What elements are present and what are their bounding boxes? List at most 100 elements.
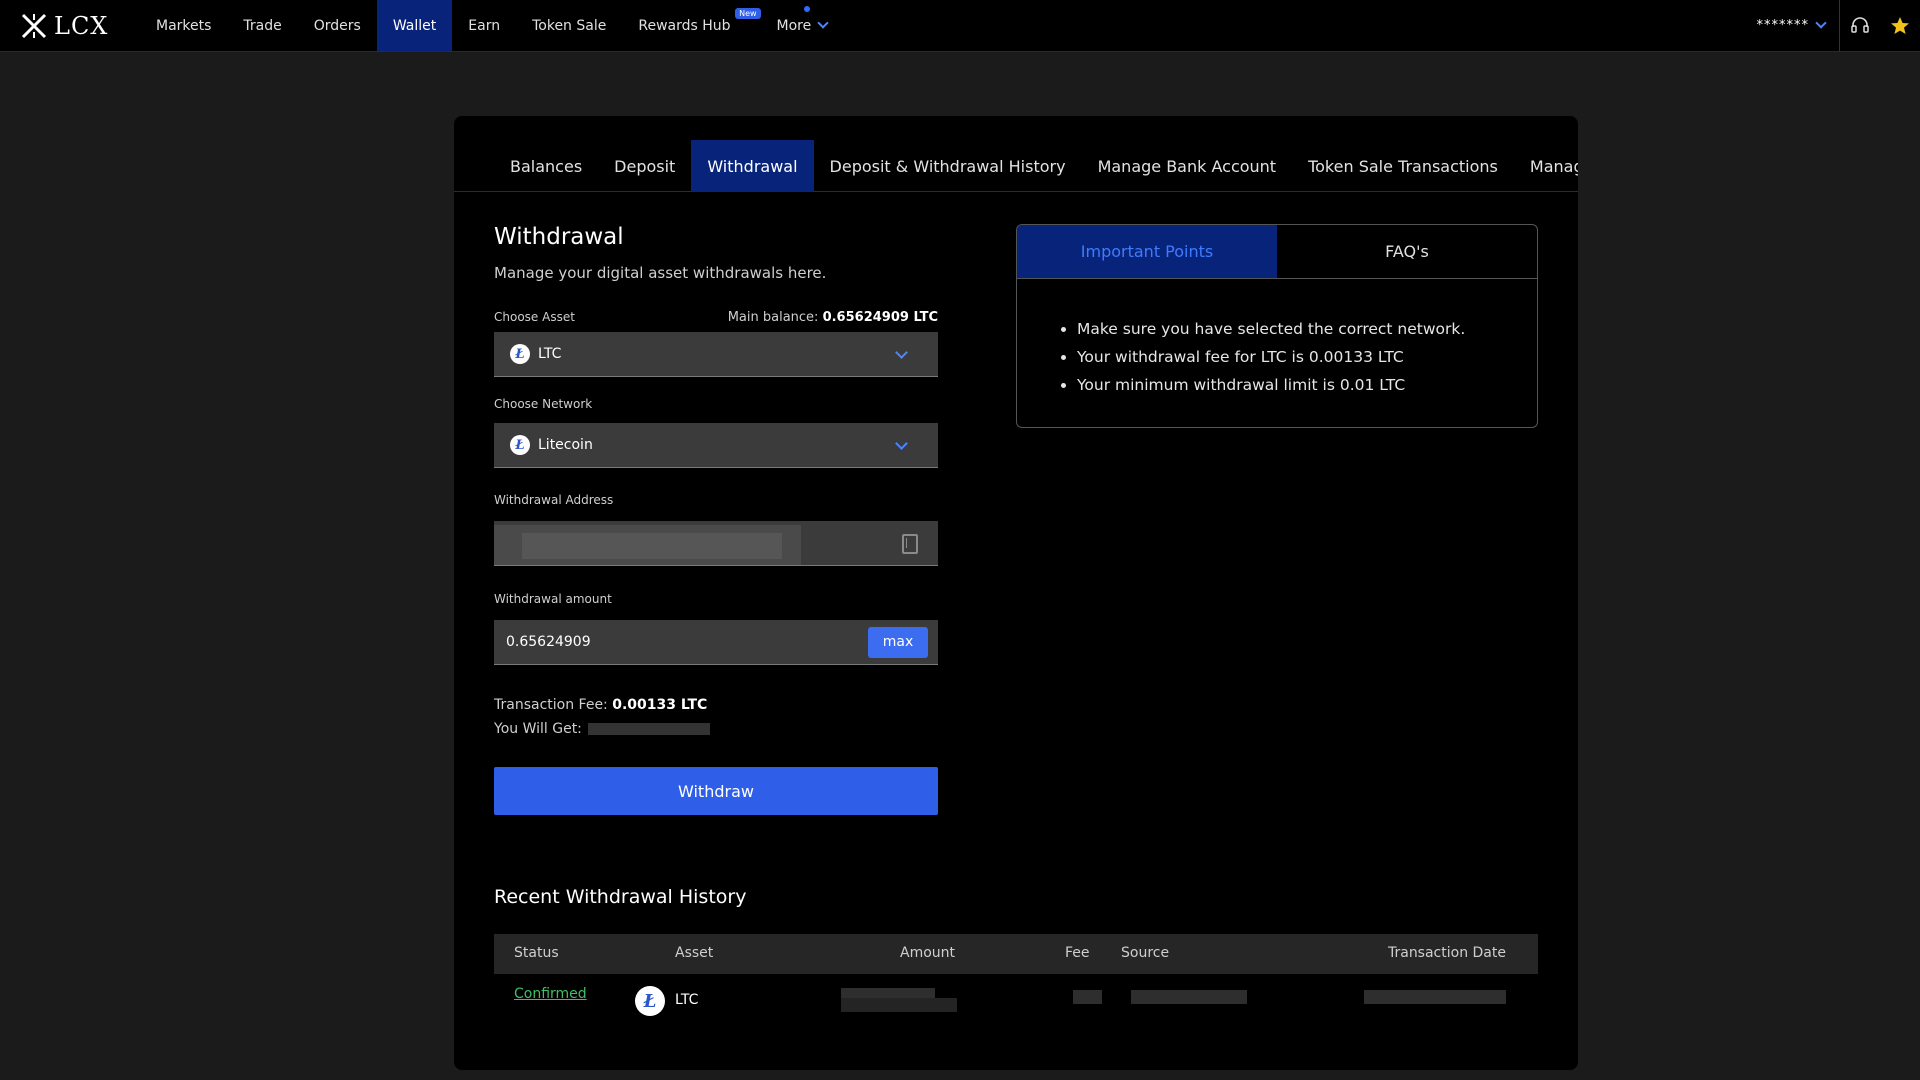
address-book-icon[interactable]	[902, 534, 918, 554]
tab-deposit-withdrawal-history[interactable]: Deposit & Withdrawal History	[814, 140, 1082, 192]
litecoin-icon: Ł	[635, 986, 665, 1016]
top-right-controls: *******	[1757, 0, 1920, 51]
max-button[interactable]: max	[868, 626, 928, 658]
nav-item-earn[interactable]: Earn	[452, 0, 516, 51]
nav-label: Rewards Hub	[638, 17, 731, 34]
fee-label: Transaction Fee:	[494, 697, 608, 713]
nav-label: Earn	[468, 17, 501, 34]
tab-label: Balances	[510, 156, 583, 176]
nav-label: Wallet	[392, 17, 437, 34]
tab-label: Token Sale Transactions	[1308, 156, 1498, 176]
tab-manage-withdrawal[interactable]: Manage Withdra	[1514, 140, 1578, 192]
favorites-button[interactable]	[1880, 0, 1920, 51]
choose-asset-label: Choose Asset	[494, 310, 575, 324]
nav-item-more[interactable]: More	[761, 0, 844, 51]
table-row: Confirmed Ł LTC	[494, 974, 1538, 1032]
col-fee: Fee	[1065, 945, 1090, 961]
redacted-amount	[841, 998, 957, 1012]
nav-item-markets[interactable]: Markets	[140, 0, 227, 51]
nav-item-rewards-hub[interactable]: Rewards Hub New	[622, 0, 761, 51]
tab-label: Deposit & Withdrawal History	[829, 156, 1066, 176]
important-points-list: Make sure you have selected the correct …	[1017, 279, 1537, 399]
nav-label: More	[776, 17, 812, 34]
tab-balances[interactable]: Balances	[494, 140, 598, 192]
support-button[interactable]	[1840, 0, 1880, 51]
status-confirmed-link[interactable]: Confirmed	[514, 986, 587, 1002]
nav-item-wallet[interactable]: Wallet	[376, 0, 453, 51]
tab-label: Deposit	[614, 156, 676, 176]
nav-item-token-sale[interactable]: Token Sale	[516, 0, 622, 51]
withdrawal-address-label: Withdrawal Address	[494, 493, 614, 507]
withdrawal-address-input[interactable]	[494, 521, 938, 566]
chevron-down-icon	[895, 436, 908, 450]
tab-deposit[interactable]: Deposit	[598, 140, 691, 192]
list-item: Your withdrawal fee for LTC is 0.00133 L…	[1077, 343, 1537, 371]
redacted-value	[588, 723, 711, 735]
nav-label: Markets	[156, 17, 212, 34]
info-panel: Important Points FAQ's Make sure you hav…	[1016, 224, 1538, 428]
chevron-down-icon	[895, 345, 908, 359]
you-will-get-label: You Will Get:	[494, 721, 582, 737]
col-amount: Amount	[900, 945, 956, 961]
main-nav: Markets Trade Orders Wallet Earn Token S…	[140, 0, 843, 51]
lcx-logo-icon	[21, 13, 47, 39]
tab-token-sale-transactions[interactable]: Token Sale Transactions	[1292, 140, 1514, 192]
page-title: Withdrawal	[494, 224, 624, 250]
asset-select[interactable]: Ł LTC	[494, 332, 938, 377]
chevron-down-icon	[817, 17, 829, 29]
wallet-tabs: Balances Deposit Withdrawal Deposit & Wi…	[454, 140, 1578, 192]
litecoin-icon: Ł	[510, 344, 530, 364]
user-name-masked: *******	[1756, 18, 1809, 33]
main-balance: Main balance: 0.65624909 LTC	[728, 310, 938, 325]
choose-network-label: Choose Network	[494, 397, 593, 411]
withdrawal-amount-value: 0.65624909	[506, 634, 591, 650]
tab-label: Withdrawal	[707, 156, 798, 176]
redacted-date	[1364, 990, 1506, 1004]
nav-item-trade[interactable]: Trade	[227, 0, 297, 51]
page-subtitle: Manage your digital asset withdrawals he…	[494, 264, 827, 282]
tab-important-points[interactable]: Important Points	[1017, 225, 1277, 278]
tab-label: Manage Withdra	[1529, 156, 1578, 176]
main-balance-value: 0.65624909 LTC	[822, 309, 938, 325]
network-select-value: Litecoin	[538, 437, 593, 453]
nav-label: Orders	[313, 17, 361, 34]
asset-value: LTC	[675, 992, 699, 1008]
withdraw-button[interactable]: Withdraw	[494, 767, 938, 815]
chevron-down-icon	[1815, 17, 1827, 29]
tab-withdrawal[interactable]: Withdrawal	[691, 140, 814, 192]
main-balance-label: Main balance:	[727, 309, 819, 325]
col-asset: Asset	[675, 945, 714, 961]
withdrawal-amount-label: Withdrawal amount	[494, 592, 612, 606]
asset-select-value: LTC	[538, 346, 562, 362]
redacted-fee	[1073, 990, 1102, 1004]
tab-label: Manage Bank Account	[1097, 156, 1277, 176]
fee-value: 0.00133 LTC	[612, 697, 708, 713]
lcx-logo[interactable]: LCX	[20, 8, 108, 44]
nav-label: Trade	[243, 17, 282, 34]
withdrawal-history-table: Status Asset Amount Fee Source Transacti…	[494, 934, 1538, 1032]
col-source: Source	[1121, 945, 1170, 961]
col-transaction-date: Transaction Date	[1387, 945, 1506, 961]
network-select[interactable]: Ł Litecoin	[494, 423, 938, 468]
nav-item-orders[interactable]: Orders	[298, 0, 377, 51]
user-menu[interactable]: *******	[1756, 17, 1840, 33]
new-badge: New	[735, 8, 761, 19]
nav-label: Token Sale	[532, 17, 607, 34]
headset-icon	[1851, 16, 1869, 33]
withdrawal-amount-input[interactable]: 0.65624909 max	[494, 620, 938, 665]
table-header: Status Asset Amount Fee Source Transacti…	[494, 934, 1538, 974]
star-icon	[1891, 16, 1909, 34]
top-navigation-bar: LCX Markets Trade Orders Wallet Earn Tok…	[0, 0, 1920, 52]
litecoin-icon: Ł	[510, 435, 530, 455]
recent-history-title: Recent Withdrawal History	[494, 886, 747, 908]
col-status: Status	[514, 945, 559, 961]
redacted-source	[1131, 990, 1247, 1004]
list-item: Your minimum withdrawal limit is 0.01 LT…	[1077, 371, 1537, 399]
you-will-get: You Will Get:	[494, 721, 938, 737]
wallet-card: Balances Deposit Withdrawal Deposit & Wi…	[454, 116, 1578, 1070]
transaction-fee: Transaction Fee: 0.00133 LTC	[494, 697, 938, 713]
list-item: Make sure you have selected the correct …	[1077, 315, 1537, 343]
tab-manage-bank-account[interactable]: Manage Bank Account	[1082, 140, 1293, 192]
tab-faqs[interactable]: FAQ's	[1277, 225, 1537, 278]
redacted-address	[522, 533, 782, 559]
